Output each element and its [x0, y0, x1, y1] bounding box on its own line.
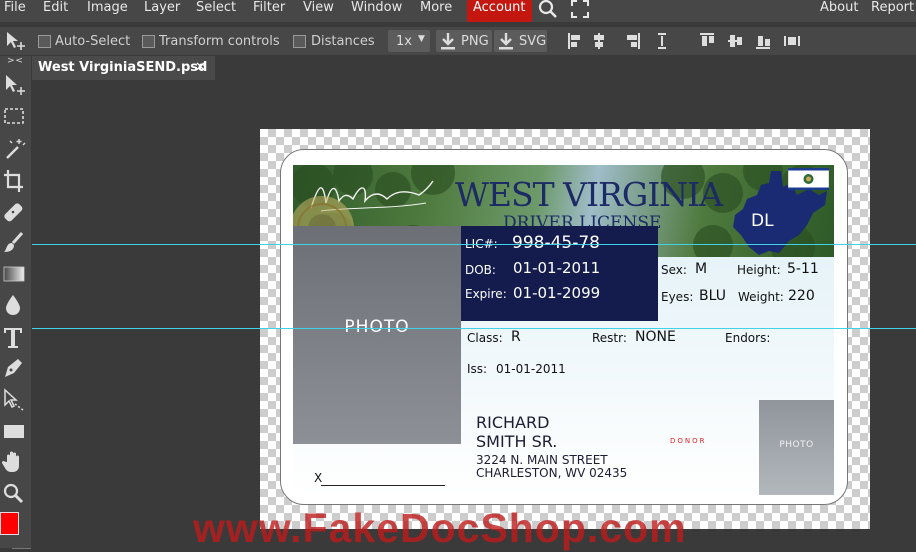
document-tab-title: West VirginiaSEND.psd — [38, 60, 208, 75]
blur-tool[interactable] — [0, 292, 31, 318]
healing-brush-tool[interactable] — [0, 199, 31, 225]
document-tab-bar: West VirginiaSEND.psd ✕ — [32, 56, 916, 80]
transform-controls-checkbox[interactable] — [142, 35, 155, 48]
menu-edit[interactable]: Edit — [43, 0, 68, 22]
foreground-color-swatch[interactable] — [0, 512, 19, 535]
name-first: RICHARD — [476, 413, 550, 432]
menu-view[interactable]: View — [303, 0, 334, 22]
svg-label: SVG — [519, 34, 547, 49]
menu-file[interactable]: File — [4, 0, 26, 22]
download-icon — [498, 32, 514, 54]
iss-label: Iss: — [467, 362, 488, 376]
align-icons — [568, 33, 666, 49]
menu-filter[interactable]: Filter — [253, 0, 285, 22]
png-label: PNG — [461, 34, 489, 49]
auto-select-label: Auto-Select — [55, 34, 131, 49]
pen-tool[interactable] — [0, 355, 31, 381]
height-label: Height: — [737, 263, 781, 277]
panel-collapse-toggle[interactable]: > < — [7, 56, 23, 66]
close-tab-icon[interactable]: ✕ — [195, 60, 206, 75]
move-tool[interactable] — [0, 72, 31, 98]
magic-wand-tool[interactable] — [0, 136, 31, 162]
menu-window[interactable]: Window — [351, 0, 402, 22]
endors-label: Endors: — [725, 331, 771, 345]
eyes-value: BLU — [699, 288, 726, 304]
export-svg-button[interactable]: SVG — [494, 30, 547, 52]
address-line2: CHARLESTON, WV 02435 — [476, 466, 628, 480]
eyes-label: Eyes: — [661, 290, 694, 304]
document-tab[interactable]: West VirginiaSEND.psd ✕ — [32, 56, 215, 80]
distribute-icons — [700, 33, 800, 49]
zoom-select[interactable]: 1x ▼ — [388, 30, 430, 52]
text-tool[interactable] — [0, 324, 31, 350]
state-flag-icon — [788, 168, 829, 190]
ghost-photo-label: PHOTO — [779, 440, 814, 450]
path-selection-tool[interactable] — [0, 387, 31, 413]
crop-tool[interactable] — [0, 168, 31, 194]
tools-panel: > < — [0, 56, 31, 549]
name-last: SMITH SR. — [476, 432, 558, 451]
license-face: WEST VIRGINIA DRIVER LICENSE DL PHOTO LI… — [293, 165, 834, 495]
menu-report[interactable]: Report — [871, 0, 914, 22]
rectangle-tool[interactable] — [0, 418, 31, 444]
options-bar: Auto-Select Transform controls Distances… — [0, 27, 916, 55]
photo-label: PHOTO — [344, 317, 410, 337]
menu-image[interactable]: Image — [87, 0, 128, 22]
state-title: WEST VIRGINIA — [455, 175, 723, 214]
height-value: 5-11 — [787, 261, 819, 277]
account-button[interactable]: Account — [467, 0, 532, 22]
distances-checkbox[interactable] — [293, 35, 306, 48]
signature-x: X — [314, 471, 323, 485]
weight-label: Weight: — [738, 290, 784, 304]
document-canvas[interactable]: WEST VIRGINIA DRIVER LICENSE DL PHOTO LI… — [260, 129, 870, 529]
address-line1: 3224 N. MAIN STREET — [476, 453, 608, 467]
expire-value: 01-01-2099 — [513, 284, 601, 302]
dob-label: DOB: — [465, 263, 496, 277]
zoom-tool[interactable] — [0, 480, 31, 506]
restr-label: Restr: — [592, 331, 627, 345]
id-number-box: LIC#: 998-45-78 DOB: 01-01-2011 Expire: … — [461, 226, 658, 321]
menu-select[interactable]: Select — [196, 0, 236, 22]
zoom-value: 1x — [396, 34, 412, 49]
marquee-tool[interactable] — [0, 103, 31, 129]
iss-value: 01-01-2011 — [496, 362, 566, 376]
watermark: www.FakeDocShop.com — [193, 505, 687, 551]
download-icon — [440, 32, 456, 54]
export-png-button[interactable]: PNG — [436, 30, 492, 52]
photo-placeholder: PHOTO — [293, 226, 461, 444]
donor-label: DONOR — [670, 437, 707, 445]
guide-line[interactable] — [32, 244, 916, 245]
menu-more[interactable]: More — [420, 0, 452, 22]
ghost-photo: PHOTO — [759, 400, 834, 495]
gradient-tool[interactable] — [0, 261, 31, 287]
search-icon[interactable] — [538, 0, 558, 21]
chevron-down-icon: ▼ — [418, 34, 425, 44]
auto-select-checkbox[interactable] — [38, 35, 51, 48]
dob-value: 01-01-2011 — [513, 259, 601, 277]
sex-label: Sex: — [661, 263, 687, 277]
guide-line[interactable] — [32, 328, 916, 329]
brush-tool[interactable] — [0, 230, 31, 256]
menu-bar: File Edit Image Layer Select Filter View… — [0, 0, 916, 22]
transform-controls-label: Transform controls — [159, 34, 280, 49]
distances-label: Distances — [311, 34, 375, 49]
license-class-badge: DL — [751, 211, 774, 231]
hand-tool[interactable] — [0, 449, 31, 475]
menu-about[interactable]: About — [820, 0, 858, 22]
menu-layer[interactable]: Layer — [144, 0, 180, 22]
class-label: Class: — [467, 331, 503, 345]
lic-value: 998-45-78 — [512, 233, 600, 253]
signature-line — [321, 485, 445, 486]
expire-label: Expire: — [465, 287, 507, 301]
license-card: WEST VIRGINIA DRIVER LICENSE DL PHOTO LI… — [280, 149, 848, 505]
fullscreen-icon[interactable] — [571, 0, 589, 22]
class-value: R — [511, 329, 521, 345]
restr-value: NONE — [635, 329, 676, 345]
weight-value: 220 — [788, 288, 815, 304]
sex-value: M — [695, 261, 708, 277]
move-tool-icon — [4, 30, 28, 56]
